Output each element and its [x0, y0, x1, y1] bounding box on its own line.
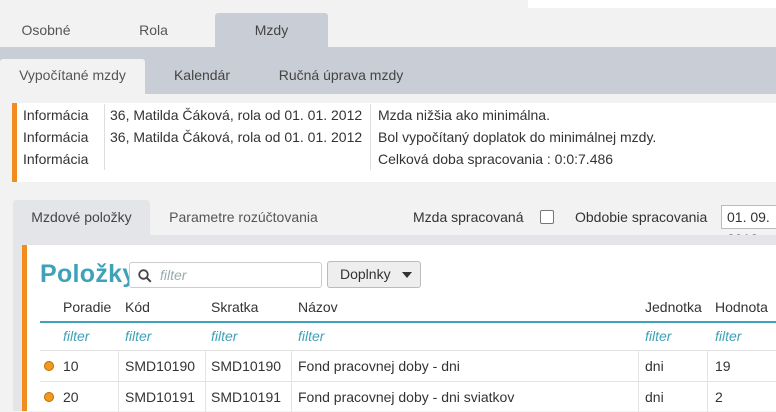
tab-rucna-uprava-mzdy[interactable]: Ručná úprava mzdy: [259, 59, 423, 94]
tab-parametre-rozuctovania[interactable]: Parametre rozúčtovania: [150, 200, 337, 235]
filter-jednotka[interactable]: filter: [645, 328, 671, 344]
status-dot-icon: [44, 392, 54, 402]
table-row[interactable]: 20 SMD10191 SMD10191 Fond pracovnej doby…: [40, 381, 776, 412]
message-source: 36, Matilda Čáková, rola od 01. 01. 2012: [110, 107, 363, 123]
caret-down-icon: [402, 272, 412, 278]
tab-mzdy[interactable]: Mzdy: [215, 13, 328, 47]
cell-divider: [118, 382, 119, 412]
cell-divider: [291, 382, 292, 412]
search-icon: [138, 269, 152, 283]
cell-divider: [638, 382, 639, 412]
message-type: Informácia: [23, 107, 89, 123]
message-text: Mzda nižšia ako minimálna.: [378, 107, 550, 123]
cell-divider: [707, 382, 708, 412]
cell-order: 10: [63, 358, 79, 374]
filter-kod[interactable]: filter: [125, 328, 151, 344]
column-header-hodnota[interactable]: Hodnota: [715, 299, 768, 315]
cell-unit: dni: [645, 389, 664, 405]
cell-abbr: SMD10191: [211, 389, 282, 405]
tab-vypocitane-mzdy[interactable]: Vypočítané mzdy: [0, 59, 145, 94]
processed-label: Mzda spracovaná: [413, 209, 524, 225]
cell-divider: [118, 351, 119, 381]
message-source: [104, 148, 110, 170]
top-right-area: [528, 0, 776, 8]
cell-divider: [291, 351, 292, 381]
tab-osobne[interactable]: Osobné: [0, 13, 92, 47]
filter-skratka[interactable]: filter: [211, 328, 237, 344]
cell-value: 2: [715, 389, 723, 405]
table-row[interactable]: 10 SMD10190 SMD10190 Fond pracovnej doby…: [40, 350, 776, 381]
message-text: Celková doba spracovania : 0:0:7.486: [378, 151, 614, 167]
message-panel: Informácia 36, Matilda Čáková, rola od 0…: [12, 103, 776, 182]
tab-kalendar[interactable]: Kalendár: [145, 59, 259, 94]
cell-code: SMD10190: [125, 358, 196, 374]
filter-nazov[interactable]: filter: [298, 328, 324, 344]
panel-tabs: Mzdové položky Parametre rozúčtovania: [13, 200, 337, 235]
message-type: Informácia: [23, 129, 89, 145]
processed-checkbox[interactable]: [540, 210, 554, 224]
column-header-poradie[interactable]: Poradie: [63, 299, 111, 315]
addons-dropdown-button[interactable]: Doplnky: [327, 261, 421, 288]
tab-mzdove-polozky[interactable]: Mzdové položky: [13, 200, 150, 235]
column-header-kod[interactable]: Kód: [125, 299, 150, 315]
cell-name: Fond pracovnej doby - dni: [298, 358, 460, 374]
cell-divider: [205, 351, 206, 381]
status-dot-icon: [44, 361, 54, 371]
message-divider: [370, 104, 371, 170]
filter-hodnota[interactable]: filter: [715, 328, 741, 344]
cell-divider: [205, 382, 206, 412]
cell-divider: [638, 351, 639, 381]
header-underline: [40, 321, 776, 323]
column-header-skratka[interactable]: Skratka: [211, 299, 258, 315]
cell-unit: dni: [645, 358, 664, 374]
cell-abbr: SMD10190: [211, 358, 282, 374]
items-search[interactable]: [129, 262, 322, 288]
message-text: Bol vypočítaný doplatok do minimálnej mz…: [378, 129, 657, 145]
filter-poradie[interactable]: filter: [63, 328, 89, 344]
column-header-nazov[interactable]: Názov: [298, 299, 338, 315]
sub-tabs: Vypočítané mzdy Kalendár Ručná úprava mz…: [0, 59, 423, 94]
items-title: Položky: [40, 260, 137, 288]
addons-label: Doplnky: [340, 266, 391, 282]
search-input[interactable]: [160, 266, 310, 284]
cell-code: SMD10191: [125, 389, 196, 405]
message-type: Informácia: [23, 151, 89, 167]
cell-value: 19: [715, 358, 731, 374]
cell-divider: [707, 351, 708, 381]
cell-name: Fond pracovnej doby - dni sviatkov: [298, 389, 515, 405]
tab-rola[interactable]: Rola: [92, 13, 215, 47]
top-tabs: Osobné Rola Mzdy: [0, 13, 328, 47]
column-header-jednotka[interactable]: Jednotka: [645, 299, 702, 315]
period-date-field[interactable]: 01. 09. 2012: [721, 205, 776, 247]
cell-order: 20: [63, 389, 79, 405]
message-source: 36, Matilda Čáková, rola od 01. 01. 2012: [110, 129, 363, 145]
period-label: Obdobie spracovania: [575, 209, 708, 225]
